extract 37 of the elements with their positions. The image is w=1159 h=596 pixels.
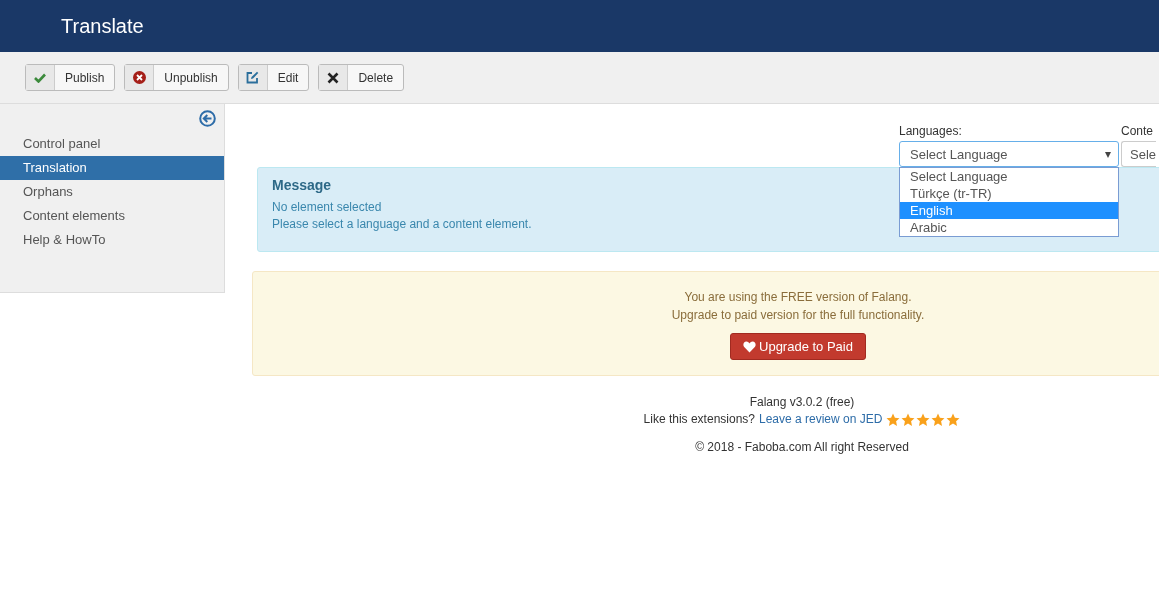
message-title: Message — [272, 177, 332, 193]
star-icon — [946, 412, 961, 427]
dropdown-option[interactable]: Select Language — [900, 168, 1118, 185]
close-icon — [327, 71, 340, 84]
message-text: No element selected — [272, 199, 382, 216]
message-text: Please select a language and a content element. — [272, 216, 532, 233]
filter-label: Conte — [1121, 124, 1155, 140]
toolbar-button[interactable]: Delete — [318, 64, 405, 91]
sidebar-item[interactable]: Control panel — [0, 132, 224, 156]
toolbar-button[interactable]: Publish — [25, 64, 116, 91]
collapse-icon[interactable] — [199, 110, 216, 127]
dropdown-option[interactable]: Arabic — [900, 219, 1118, 236]
heart-icon — [743, 340, 756, 353]
sidebar-item[interactable]: Content elements — [0, 204, 224, 228]
cancel-icon — [132, 71, 146, 84]
copyright-text: © 2018 - Faboba.com All right Reserved — [695, 440, 909, 454]
sidebar-item[interactable]: Translation — [0, 156, 224, 180]
upgrade-button[interactable]: Upgrade to Paid — [730, 333, 866, 360]
star-icon — [916, 412, 931, 427]
edit-icon — [246, 71, 260, 84]
review-text: Like this extensions? — [643, 411, 755, 428]
sidebar-item[interactable]: Orphans — [0, 180, 224, 204]
star-icon — [931, 412, 946, 427]
version-text: Falang v3.0.2 (free) — [749, 394, 855, 411]
page-title: Translate — [61, 14, 144, 38]
star-icon — [886, 412, 901, 427]
notice-text: Upgrade to paid version for the full functionality. — [671, 307, 925, 324]
star-icon — [901, 412, 916, 427]
toolbar-button[interactable]: Unpublish — [124, 64, 229, 91]
caret-icon — [1105, 152, 1111, 158]
check-icon — [34, 72, 46, 83]
filter-label: Languages: — [899, 124, 963, 140]
dropdown-option[interactable]: Türkçe (tr-TR) — [900, 185, 1118, 202]
sidebar-item[interactable]: Help & HowTo — [0, 228, 224, 252]
notice-text: You are using the FREE version of Falang. — [684, 289, 912, 306]
toolbar-button[interactable]: Edit — [237, 64, 310, 91]
review-link[interactable]: Leave a review on JED — [759, 411, 883, 428]
